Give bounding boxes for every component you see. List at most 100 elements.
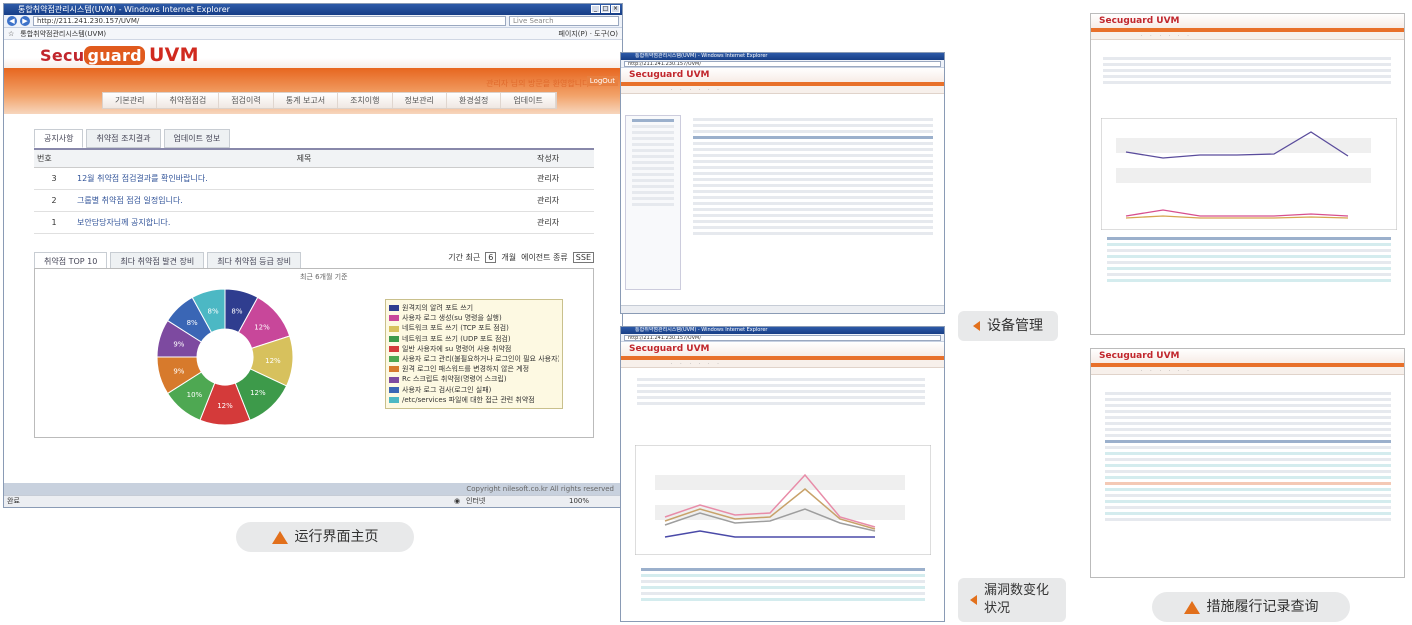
- vuln-nav: · · · · · ·: [621, 360, 944, 368]
- tab-updates[interactable]: 업데이트 정보: [163, 129, 231, 148]
- chart-legend: 원격지의 알려 포트 쓰기 사용자 로그 생성(su 명령을 실행) 네트워크 포트…: [385, 299, 563, 410]
- main-browser-window: 통합취약점관리시스템(UVM) - Windows Internet Explo…: [3, 3, 623, 508]
- app-logo: Secu guard UVM: [40, 44, 199, 66]
- toolbar-right[interactable]: 페이지(P) · 도구(O): [558, 29, 618, 39]
- pie-slice-label: 12%: [250, 389, 266, 397]
- star-icon[interactable]: ☆: [8, 30, 14, 38]
- close-icon[interactable]: ×: [611, 5, 620, 13]
- caption-text: 设备管理: [987, 318, 1043, 334]
- legend-item: Rc 스크립트 취약점(명령어 스크립): [389, 374, 559, 384]
- period-unit: 개월: [501, 253, 517, 262]
- legend-label: 사용자 로그 생성(su 명령을 실행): [402, 314, 502, 323]
- trend-nav: · · · · · ·: [1091, 32, 1404, 40]
- table-row[interactable]: 2 그룹별 취약점 점검 일정입니다. 관리자: [34, 189, 594, 212]
- vuln-addrbar: http://211.241.230.157/UVM/: [621, 334, 944, 342]
- legend-swatch: [389, 305, 399, 312]
- device-addrbar: http://211.241.230.157/UVM/: [621, 60, 944, 68]
- address-bar: ◀ ▶ http://211.241.230.157/UVM/ Live Sea…: [4, 15, 622, 28]
- status-bar: 완료 ◉ 인터넷 100%: [4, 495, 622, 507]
- pie-slice-label: 8%: [187, 319, 198, 327]
- legend-swatch: [389, 356, 399, 363]
- window-controls: _ □ ×: [591, 5, 620, 13]
- arrow-left-icon: [973, 321, 980, 331]
- legend-label: 네트워크 포트 쓰기 (UDP 포트 점검): [402, 334, 511, 343]
- caption-vuln: 漏洞数变化状况: [958, 578, 1066, 622]
- pie-slice-label: 10%: [187, 391, 203, 399]
- nav-item[interactable]: 업데이트: [501, 93, 556, 108]
- nav-item[interactable]: 정보관리: [393, 93, 447, 108]
- nav-item[interactable]: 취약점점검: [157, 93, 220, 108]
- legend-item: 일반 사용자에 su 명령어 사용 취약점: [389, 344, 559, 354]
- legend-swatch: [389, 325, 399, 332]
- pie-slice-label: 9%: [173, 341, 184, 349]
- row-author: 관리자: [534, 189, 594, 212]
- row-no: 2: [34, 189, 74, 212]
- vuln-table: [635, 565, 931, 604]
- agent-select[interactable]: SSE: [572, 252, 594, 263]
- legend-swatch: [389, 376, 399, 383]
- forward-icon[interactable]: ▶: [20, 16, 30, 26]
- legend-label: 원격 로그인 패스워드를 변경하지 않은 계정: [402, 365, 530, 374]
- legend-swatch: [389, 396, 399, 403]
- pie-slice-label: 8%: [208, 308, 219, 316]
- device-url[interactable]: http://211.241.230.157/UVM/: [624, 60, 941, 67]
- fav-tab[interactable]: 통합취약점관리시스템(UVM): [20, 29, 106, 39]
- row-title[interactable]: 보안담당자님께 공지합니다.: [74, 211, 534, 234]
- nav-item[interactable]: 점검이력: [219, 93, 274, 108]
- pie-slice-label: 12%: [217, 402, 233, 410]
- welcome-text: 관리자 님의 방문을 환영합니다.: [486, 79, 592, 88]
- url-input[interactable]: http://211.241.230.157/UVM/: [33, 16, 506, 26]
- agent-label: 에이전트 종류: [521, 253, 568, 262]
- nav-item[interactable]: 통계 보고서: [274, 93, 339, 108]
- nav-item[interactable]: 기본관리: [103, 93, 158, 108]
- caption-text: 漏洞数变化状况: [984, 583, 1050, 616]
- legend-label: 사용자 로그 검사(로그인 실패): [402, 385, 492, 394]
- vuln-window: 통합취약점관리시스템(UVM) - Windows Internet Explo…: [620, 326, 945, 622]
- logo-product: UVM: [148, 44, 199, 66]
- nav-item[interactable]: 환경설정: [447, 93, 502, 108]
- trend-table: [1101, 234, 1397, 285]
- device-titlebar: 통합취약점관리시스템(UVM) - Windows Internet Explo…: [621, 53, 944, 60]
- row-title[interactable]: 12월 취약점 점검결과를 확인바랍니다.: [74, 167, 534, 190]
- trend-line-chart: [1101, 118, 1397, 230]
- measures-content: [1099, 389, 1397, 524]
- caption-device: 设备管理: [958, 311, 1058, 341]
- measures-nav: · · · · · ·: [1091, 367, 1404, 375]
- tab-results[interactable]: 취약점 조치결과: [86, 129, 161, 148]
- legend-swatch: [389, 386, 399, 393]
- device-app-header: Secuguard UVM: [621, 68, 944, 82]
- legend-item: 사용자 로그 관리(불필요하거나 로그인이 필요 사용자): [389, 354, 559, 364]
- table-row[interactable]: 1 보안담당자님께 공지합니다. 관리자: [34, 211, 594, 234]
- row-author: 관리자: [534, 167, 594, 190]
- app-header: Secu guard UVM: [4, 40, 622, 70]
- legend-label: 네트워크 포트 쓰기 (TCP 포트 점검): [402, 324, 509, 333]
- maximize-icon[interactable]: □: [601, 5, 610, 13]
- nav-item[interactable]: 조치이행: [338, 93, 393, 108]
- device-tree[interactable]: [625, 115, 681, 290]
- back-icon[interactable]: ◀: [7, 16, 17, 26]
- vuln-app-header: Secuguard UVM: [621, 342, 944, 356]
- legend-item: 네트워크 포트 쓰기 (UDP 포트 점검): [389, 334, 559, 344]
- row-title[interactable]: 그룹별 취약점 점검 일정입니다.: [74, 189, 534, 212]
- legend-item: /etc/services 파일에 대한 접근 관련 취약점: [389, 395, 559, 405]
- caption-main: 运行界面主页: [236, 522, 414, 552]
- legend-item: 원격 로그인 패스워드를 변경하지 않은 계정: [389, 364, 559, 374]
- zone-text: 인터넷: [466, 497, 486, 505]
- notice-tabs: 공지사항 취약점 조치결과 업데이트 정보: [34, 129, 594, 148]
- legend-item: 사용자 로그 생성(su 명령을 실행): [389, 313, 559, 323]
- period-label: 기간 최근: [448, 253, 481, 262]
- table-row[interactable]: 3 12월 취약점 점검결과를 확인바랍니다. 관리자: [34, 167, 594, 190]
- vuln-url[interactable]: http://211.241.230.157/UVM/: [624, 334, 941, 341]
- arrow-left-icon: [970, 595, 977, 605]
- notice-section: 공지사항 취약점 조치결과 업데이트 정보 번호 제목 작성자 3 12월 취약…: [34, 129, 594, 234]
- period-select[interactable]: 6: [485, 252, 497, 263]
- trend-window: Secuguard UVM · · · · · ·: [1090, 13, 1405, 335]
- device-window: 통합취약점관리시스템(UVM) - Windows Internet Explo…: [620, 52, 945, 314]
- search-input[interactable]: Live Search: [509, 16, 619, 26]
- legend-label: Rc 스크립트 취약점(명령어 스크립): [402, 375, 507, 384]
- tab-notice[interactable]: 공지사항: [34, 129, 84, 148]
- zoom-text[interactable]: 100%: [569, 496, 589, 507]
- vuln-titlebar: 통합취약점관리시스템(UVM) - Windows Internet Explo…: [621, 327, 944, 334]
- logout-button[interactable]: LogOut: [586, 76, 618, 86]
- minimize-icon[interactable]: _: [591, 5, 600, 13]
